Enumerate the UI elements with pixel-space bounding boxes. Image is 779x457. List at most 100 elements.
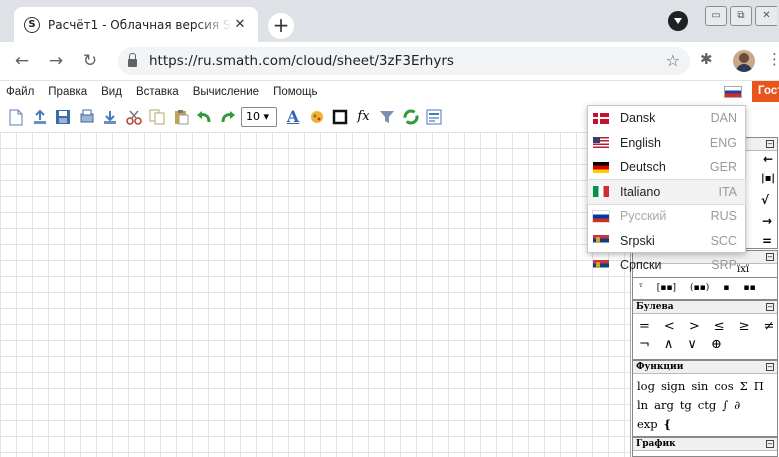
fn-arg[interactable]: arg	[654, 398, 674, 412]
profile-menu-icon[interactable]	[668, 11, 688, 31]
smath-logo-icon: S	[24, 16, 40, 33]
worksheet-canvas[interactable]	[0, 132, 630, 457]
fn-ln[interactable]: ln	[637, 398, 648, 412]
back-icon[interactable]: ←	[8, 51, 36, 71]
flag-dk-icon	[593, 112, 609, 124]
arrow-left-op[interactable]: ←	[763, 152, 773, 166]
undo-icon[interactable]	[194, 107, 214, 127]
reload-icon[interactable]: ↻	[76, 51, 104, 71]
restore-button[interactable]: ⧉	[730, 6, 752, 26]
lang-item-deutsch[interactable]: Deutsch GER	[588, 155, 745, 180]
fn-tg[interactable]: tg	[680, 398, 692, 412]
extensions-icon[interactable]: ✱	[700, 50, 713, 68]
minimize-button[interactable]: ▭	[705, 6, 727, 26]
bool-ge[interactable]: ≥	[739, 319, 750, 334]
collapse-icon[interactable]: −	[766, 140, 774, 148]
bool-eq[interactable]: =	[639, 319, 650, 334]
fn-cos[interactable]: cos	[714, 379, 733, 393]
image-icon[interactable]	[307, 107, 327, 127]
collapse-icon[interactable]: −	[766, 440, 774, 448]
text-icon[interactable]: A	[283, 107, 303, 127]
collapse-icon[interactable]: −	[766, 363, 774, 371]
flag-us-icon	[593, 137, 609, 149]
fn-sin[interactable]: sin	[691, 379, 708, 393]
browser-tab[interactable]: S Расчёт1 - Облачная версия SMath Studio…	[14, 7, 258, 42]
fn-log[interactable]: log	[637, 379, 655, 393]
bool-ne[interactable]: ≠	[764, 319, 775, 334]
close-tab-icon[interactable]: ✕	[232, 17, 248, 32]
close-window-button[interactable]: ✕	[755, 6, 777, 26]
copy-icon[interactable]	[147, 107, 167, 127]
matrix-paren-op[interactable]: (▪▪)	[690, 283, 709, 293]
fn-ctg[interactable]: ctg	[698, 398, 716, 412]
lang-item-dansk[interactable]: Dansk DAN	[588, 106, 745, 131]
collapse-icon[interactable]: −	[766, 303, 774, 311]
matrix-ops-row: ᵀ [▪▪] (▪▪) ▪ ▪▪	[632, 278, 778, 300]
fn-sign[interactable]: sign	[661, 379, 685, 393]
flag-ru-icon	[592, 209, 610, 223]
double-subscript-op[interactable]: ▪▪	[743, 283, 755, 293]
bookmark-star-icon[interactable]: ☆	[666, 51, 680, 70]
recalc-icon[interactable]	[401, 107, 421, 127]
root-op[interactable]: √	[761, 193, 769, 207]
collapse-icon[interactable]: −	[766, 253, 774, 261]
new-tab-button[interactable]: +	[268, 13, 294, 39]
guest-button[interactable]: Гост	[752, 81, 779, 102]
fn-exp[interactable]: exp	[637, 417, 658, 431]
lang-item-italiano[interactable]: Italiano ITA	[587, 178, 746, 205]
fn-integral[interactable]: ∫	[722, 398, 728, 412]
lang-item-srpski-cyrillic[interactable]: Српски SRP	[588, 253, 745, 278]
avatar[interactable]	[733, 50, 755, 72]
browser-menu-icon[interactable]: ⋮	[767, 50, 779, 68]
bool-le[interactable]: ≤	[714, 319, 725, 334]
region-icon[interactable]	[330, 107, 350, 127]
filter-icon[interactable]	[377, 107, 397, 127]
export-icon[interactable]	[100, 107, 120, 127]
menu-edit[interactable]: Правка	[48, 86, 87, 98]
menu-calculate[interactable]: Вычисление	[193, 86, 259, 98]
cut-icon[interactable]	[124, 107, 144, 127]
redo-icon[interactable]	[218, 107, 238, 127]
forward-icon[interactable]: →	[42, 51, 70, 71]
address-bar[interactable]: https://ru.smath.com/cloud/sheet/3zF3Erh…	[118, 47, 690, 75]
matrix-bracket-op[interactable]: [▪▪]	[657, 283, 676, 293]
arrow-right-op[interactable]: →	[762, 214, 772, 228]
flag-rs-icon	[593, 259, 609, 271]
equals-op[interactable]: =	[762, 234, 772, 248]
bool-or[interactable]: ∨	[687, 337, 697, 352]
language-flag-icon[interactable]	[724, 86, 742, 98]
abs-op[interactable]: |▪|	[761, 173, 775, 184]
menu-file[interactable]: Файл	[6, 86, 34, 98]
print-preview-icon[interactable]	[77, 107, 97, 127]
fn-derivative[interactable]: ∂	[734, 398, 740, 412]
sheet-props-icon[interactable]	[424, 107, 444, 127]
bool-xor[interactable]: ⊕	[711, 337, 722, 352]
save-icon[interactable]	[53, 107, 73, 127]
fn-product[interactable]: Π	[754, 379, 764, 393]
graph-title: График	[636, 439, 676, 449]
functions-header: Функции −	[633, 361, 777, 374]
graph-header: График −	[633, 438, 777, 451]
subscript-op[interactable]: ▪	[723, 283, 729, 293]
bool-not[interactable]: ¬	[639, 337, 650, 352]
open-icon[interactable]	[30, 107, 50, 127]
bool-and[interactable]: ∧	[664, 337, 674, 352]
lang-item-russian[interactable]: Русский RUS	[588, 204, 745, 229]
url-text: https://ru.smath.com/cloud/sheet/3zF3Erh…	[149, 53, 454, 69]
lang-item-english[interactable]: English ENG	[588, 131, 745, 156]
lang-item-srpski[interactable]: Srpski SCC	[588, 229, 745, 254]
function-icon[interactable]: fx	[354, 107, 374, 127]
bool-gt[interactable]: >	[689, 319, 700, 334]
flag-de-icon	[593, 161, 609, 173]
zoom-select[interactable]: 10 ▾	[241, 107, 277, 127]
menu-help[interactable]: Помощь	[273, 86, 317, 98]
new-doc-icon[interactable]	[6, 107, 26, 127]
menu-insert[interactable]: Вставка	[136, 86, 179, 98]
fn-sum[interactable]: Σ	[740, 379, 748, 393]
menu-view[interactable]: Вид	[101, 86, 122, 98]
bool-lt[interactable]: <	[664, 319, 675, 334]
transpose-op[interactable]: ᵀ	[639, 283, 643, 293]
paste-icon[interactable]	[171, 107, 191, 127]
fn-piecewise[interactable]: {	[664, 417, 671, 431]
boolean-title: Булева	[636, 302, 674, 312]
